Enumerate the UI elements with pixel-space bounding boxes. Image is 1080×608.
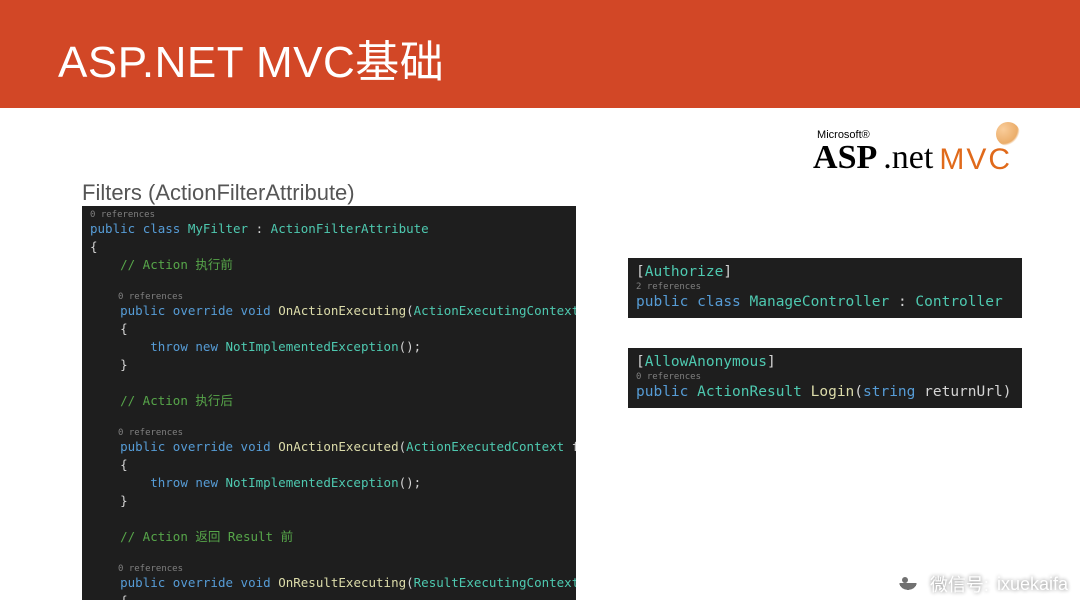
kw-string: string (863, 384, 915, 400)
slide-title: ASP.NET MVC基础 (58, 26, 1080, 90)
mth-onresultexecuting: OnResultExecuting (278, 575, 406, 590)
param-returnurl: returnUrl) (915, 384, 1011, 400)
wechat-watermark: 微信号: ixuekaifa (894, 570, 1068, 598)
kw-override: override (173, 439, 233, 454)
brace-open: { (120, 457, 128, 472)
brace-open: { (90, 239, 98, 254)
logo-swoosh-icon (996, 122, 1020, 146)
comment-before: // Action 执行前 (120, 257, 233, 272)
code-block-authorize: [Authorize] 2 references public class Man… (628, 258, 1022, 318)
tok-callend: (); (399, 475, 422, 490)
codelens-ref: 0 references (118, 428, 568, 438)
tok-callend: (); (399, 339, 422, 354)
tok-bracket: [ (636, 354, 645, 370)
tok-paren: ( (406, 303, 414, 318)
brace-close: } (120, 493, 128, 508)
codelens-ref: 0 references (118, 292, 568, 302)
kw-throw: throw (150, 339, 188, 354)
tok-colon: : (898, 294, 907, 310)
brace-open: { (120, 593, 128, 600)
kw-void: void (241, 303, 271, 318)
comment-result-before: // Action 返回 Result 前 (120, 529, 293, 544)
brace-open: { (120, 321, 128, 336)
tok-bracket: [ (636, 264, 645, 280)
attr-authorize: Authorize (645, 264, 724, 280)
param-filtercontext: filterContext) (564, 439, 576, 454)
title-band: ASP.NET MVC基础 (0, 0, 1080, 108)
slide-subtitle: Filters (ActionFilterAttribute) (82, 180, 355, 206)
kw-throw: throw (150, 475, 188, 490)
tok-paren: ( (854, 384, 863, 400)
wechat-icon (894, 570, 922, 598)
mth-onactionexecuting: OnActionExecuting (278, 303, 406, 318)
kw-public: public (120, 439, 165, 454)
comment-after: // Action 执行后 (120, 393, 233, 408)
kw-public: public (90, 221, 135, 236)
cls-controller: Controller (915, 294, 1002, 310)
cls-notimplementedexception: NotImplementedException (226, 339, 399, 354)
kw-public: public (120, 303, 165, 318)
watermark-id: ixuekaifa (997, 574, 1068, 595)
kw-public: public (120, 575, 165, 590)
cls-resultexecutingcontext: ResultExecutingContext (414, 575, 576, 590)
logo-asp: ASP (813, 141, 877, 175)
code-block-allowanonymous: [AllowAnonymous] 0 references public Acti… (628, 348, 1022, 408)
kw-override: override (173, 575, 233, 590)
kw-void: void (241, 439, 271, 454)
kw-override: override (173, 303, 233, 318)
codelens-ref: 0 references (118, 564, 568, 574)
codelens-ref: 2 references (636, 282, 1014, 292)
aspnet-mvc-logo: Microsoft® ASP.net MVC (813, 130, 1012, 175)
kw-class: class (143, 221, 181, 236)
kw-class: class (697, 294, 741, 310)
cls-actionfilterattribute: ActionFilterAttribute (271, 221, 429, 236)
slide: ASP.NET MVC基础 Filters (ActionFilterAttri… (0, 0, 1080, 608)
attr-allowanonymous: AllowAnonymous (645, 354, 767, 370)
tok-paren: ( (399, 439, 407, 454)
codelens-ref: 0 references (636, 372, 1014, 382)
tok-bracket: ] (767, 354, 776, 370)
logo-net: .net (883, 141, 933, 175)
cls-actionexecutedcontext: ActionExecutedContext (406, 439, 564, 454)
kw-void: void (241, 575, 271, 590)
tok-paren: ( (406, 575, 414, 590)
cls-managecontroller: ManageController (750, 294, 890, 310)
cls-actionexecutingcontext: ActionExecutingContext (414, 303, 576, 318)
tok-colon: : (256, 221, 264, 236)
logo-mvc: MVC (939, 145, 1012, 175)
cls-actionresult: ActionResult (697, 384, 802, 400)
watermark-label: 微信号: (930, 571, 989, 597)
cls-myfilter: MyFilter (188, 221, 248, 236)
brace-close: } (120, 357, 128, 372)
kw-public: public (636, 384, 688, 400)
code-block-myfilter: 0 referencespublic class MyFilter : Acti… (82, 206, 576, 600)
kw-public: public (636, 294, 688, 310)
tok-bracket: ] (723, 264, 732, 280)
kw-new: new (195, 475, 218, 490)
mth-login: Login (811, 384, 855, 400)
cls-notimplementedexception: NotImplementedException (226, 475, 399, 490)
kw-new: new (195, 339, 218, 354)
mth-onactionexecuted: OnActionExecuted (278, 439, 398, 454)
codelens-ref: 0 references (90, 210, 568, 220)
